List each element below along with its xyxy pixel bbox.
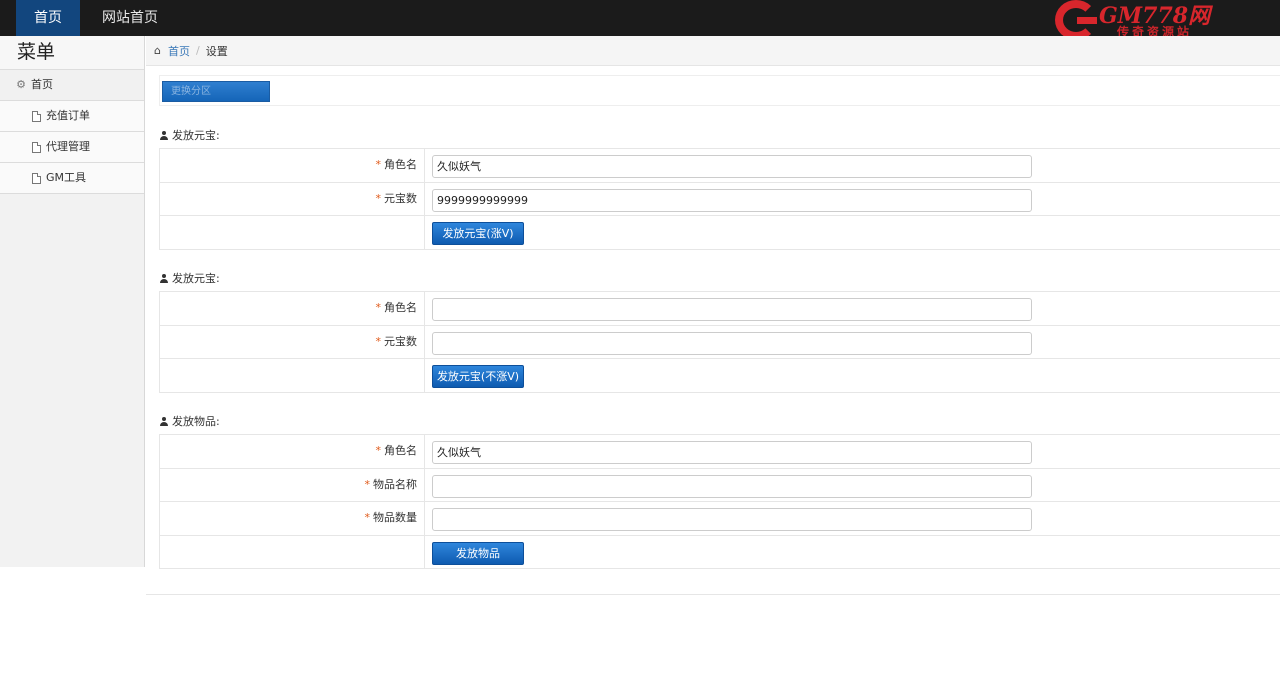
form-row: 发放元宝(涨V) xyxy=(159,216,1280,250)
sidebar-item-label: 代理管理 xyxy=(46,140,90,153)
sidebar-title: 菜单 xyxy=(0,36,144,70)
sidebar-item-label: GM工具 xyxy=(46,171,87,184)
grant-ingot-novip-button[interactable]: 发放元宝(不涨V) xyxy=(432,365,524,388)
form-row: * 物品数量 xyxy=(159,502,1280,536)
grant-item-button[interactable]: 发放物品 xyxy=(432,541,524,565)
content-bottom-divider xyxy=(146,594,1280,595)
sidebar-item-recharge-orders[interactable]: 充值订单 xyxy=(0,101,144,132)
form-row: 发放物品 xyxy=(159,535,1280,569)
grant-ingot-novip-form: * 角色名 * 元宝数 发放元宝(不涨V) xyxy=(159,291,1280,393)
ingot-amount-input[interactable] xyxy=(432,331,1032,355)
gear-icon: ⚙ xyxy=(16,78,26,91)
sidebar: 菜单 ⚙ 首页 充值订单 代理管理 GM工具 xyxy=(0,36,145,567)
field-label: * 元宝数 xyxy=(159,325,425,358)
section-title: 发放元宝: xyxy=(159,270,220,286)
site-logo: GM778网 传奇资源站 xyxy=(1055,0,1225,40)
home-icon: ⌂ xyxy=(154,44,161,57)
section-title: 发放物品: xyxy=(159,413,220,429)
field-label: * 角色名 xyxy=(159,292,425,325)
field-label: * 角色名 xyxy=(159,149,425,182)
field-label: * 物品数量 xyxy=(159,502,425,535)
sidebar-item-home[interactable]: ⚙ 首页 xyxy=(0,70,144,101)
section-title: 发放元宝: xyxy=(159,127,220,143)
section-title-text: 发放物品: xyxy=(172,415,220,428)
form-row: * 元宝数 9999999999999 xyxy=(159,182,1280,216)
role-name-input[interactable] xyxy=(432,298,1032,321)
section-title-text: 发放元宝: xyxy=(172,129,220,142)
switch-server-bar: 更换分区 xyxy=(159,75,1280,106)
field-label: * 角色名 xyxy=(159,435,425,468)
breadcrumb: ⌂ 首页 / 设置 xyxy=(146,36,1280,66)
sidebar-item-agent-management[interactable]: 代理管理 xyxy=(0,132,144,163)
form-row: * 物品名称 xyxy=(159,468,1280,502)
nav-website-home[interactable]: 网站首页 xyxy=(80,0,158,36)
switch-server-button[interactable]: 更换分区 xyxy=(162,81,270,102)
form-row: * 角色名 久似妖气 xyxy=(159,435,1280,469)
sidebar-item-label: 充值订单 xyxy=(46,109,90,122)
form-row: * 角色名 久似妖气 xyxy=(159,149,1280,183)
field-label: * 物品名称 xyxy=(159,468,425,501)
user-icon xyxy=(159,130,169,140)
form-row: 发放元宝(不涨V) xyxy=(159,359,1280,393)
form-row: * 元宝数 xyxy=(159,325,1280,359)
breadcrumb-current: 设置 xyxy=(205,44,228,58)
user-icon xyxy=(159,416,169,426)
sidebar-item-gm-tools[interactable]: GM工具 xyxy=(0,163,144,194)
field-label: * 元宝数 xyxy=(159,182,425,215)
ingot-amount-input[interactable]: 9999999999999 xyxy=(432,188,1032,212)
breadcrumb-home-link[interactable]: 首页 xyxy=(168,43,190,59)
user-icon xyxy=(159,273,169,283)
document-icon xyxy=(32,141,41,153)
role-name-input[interactable]: 久似妖气 xyxy=(432,441,1032,464)
document-icon xyxy=(32,110,41,122)
item-name-input[interactable] xyxy=(432,474,1032,498)
top-nav: 首页 网站首页 xyxy=(16,0,158,36)
role-name-input[interactable]: 久似妖气 xyxy=(432,155,1032,178)
grant-ingot-vip-form: * 角色名 久似妖气 * 元宝数 9999999999999 发放元宝(涨V) xyxy=(159,148,1280,250)
form-row: * 角色名 xyxy=(159,292,1280,326)
section-title-text: 发放元宝: xyxy=(172,272,220,285)
item-quantity-input[interactable] xyxy=(432,508,1032,531)
sidebar-item-label: 首页 xyxy=(31,78,53,91)
breadcrumb-separator: / xyxy=(196,44,200,57)
top-navbar: 首页 网站首页 GM778网 传奇资源站 xyxy=(0,0,1280,40)
nav-home[interactable]: 首页 xyxy=(16,0,80,36)
grant-ingot-vip-button[interactable]: 发放元宝(涨V) xyxy=(432,222,524,245)
grant-item-form: * 角色名 久似妖气 * 物品名称 * 物品数量 发放物品 xyxy=(159,434,1280,569)
document-icon xyxy=(32,172,41,184)
